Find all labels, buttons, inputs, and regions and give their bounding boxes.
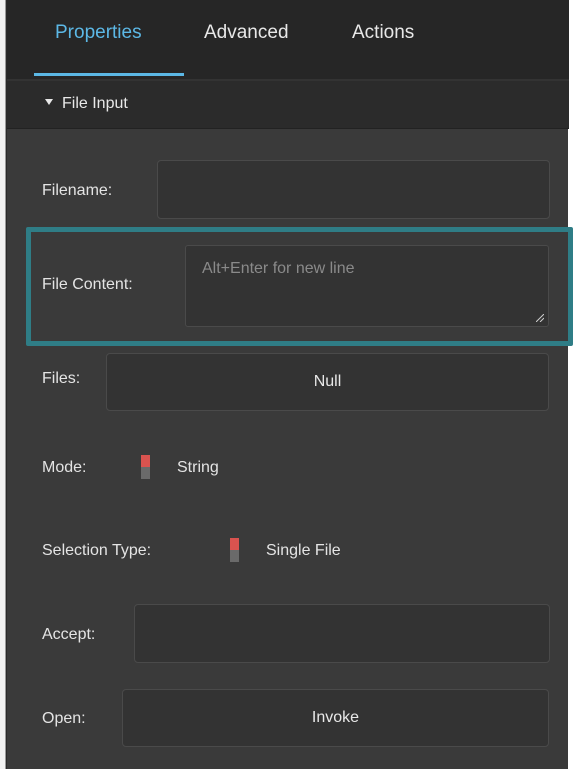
resize-grip-icon[interactable] bbox=[536, 314, 544, 322]
selection-type-label: Selection Type: bbox=[42, 542, 152, 559]
mode-label: Mode: bbox=[42, 459, 87, 476]
section-header-file-input[interactable]: File Input bbox=[7, 81, 569, 129]
tab-properties[interactable]: Properties bbox=[55, 22, 142, 52]
mode-toggle[interactable] bbox=[141, 455, 150, 479]
tab-bar: Properties Advanced Actions bbox=[7, 0, 569, 80]
accept-label: Accept: bbox=[42, 626, 96, 643]
selection-type-toggle-on bbox=[230, 538, 239, 550]
file-content-placeholder: Alt+Enter for new line bbox=[202, 260, 355, 277]
selection-type-toggle-off bbox=[230, 550, 239, 562]
invoke-button[interactable]: Invoke bbox=[122, 689, 549, 747]
mode-value: String bbox=[177, 459, 219, 476]
file-content-textarea[interactable]: Alt+Enter for new line bbox=[185, 245, 549, 327]
files-button[interactable]: Null bbox=[106, 353, 549, 411]
accept-input[interactable] bbox=[134, 604, 550, 663]
tab-advanced[interactable]: Advanced bbox=[204, 22, 289, 52]
section-title: File Input bbox=[62, 95, 128, 112]
filename-input[interactable] bbox=[157, 160, 550, 219]
selection-type-toggle[interactable] bbox=[230, 538, 239, 562]
open-label: Open: bbox=[42, 710, 86, 727]
filename-label: Filename: bbox=[42, 182, 113, 199]
file-content-label: File Content: bbox=[42, 276, 133, 293]
mode-toggle-on bbox=[141, 455, 150, 467]
selection-type-value: Single File bbox=[266, 542, 341, 559]
active-tab-indicator bbox=[34, 73, 184, 76]
properties-panel: Properties Advanced Actions File Input F… bbox=[6, 0, 573, 769]
caret-down-icon[interactable] bbox=[45, 99, 53, 105]
files-label: Files: bbox=[42, 370, 81, 387]
mode-toggle-off bbox=[141, 467, 150, 479]
tab-actions[interactable]: Actions bbox=[352, 22, 414, 52]
